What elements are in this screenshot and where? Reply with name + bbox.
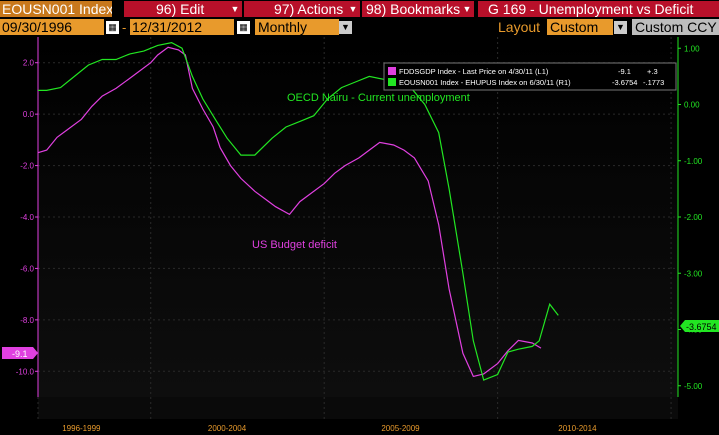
left-tick-label: -4.0 <box>20 213 34 222</box>
x-tick-label: 1996-1999 <box>62 424 101 433</box>
right-tick-label: 1.00 <box>684 44 700 53</box>
actions-menu[interactable]: 97) Actions <box>244 1 360 17</box>
date-separator: - <box>122 20 127 35</box>
legend-row1-change: +.3 <box>647 67 658 76</box>
x-tick-label: 2000-2004 <box>208 424 247 433</box>
x-tick-label: 2005-2009 <box>381 424 420 433</box>
left-tick-label: -6.0 <box>20 264 34 273</box>
legend-row1-label: FDDSGDP Index - Last Price on 4/30/11 (L… <box>399 67 549 76</box>
legend-swatch-magenta <box>388 67 396 75</box>
frequency-select[interactable]: Monthly <box>255 19 339 35</box>
right-tick-label: -3.00 <box>684 269 703 278</box>
left-last-value-flag: -9.1 <box>2 347 38 359</box>
right-last-value-flag: -3.6754 <box>680 320 719 332</box>
left-flag-label: -9.1 <box>12 349 28 359</box>
left-tick-label: -8.0 <box>20 316 34 325</box>
right-tick-label: -1.00 <box>684 157 703 166</box>
edit-dropdown-icon[interactable]: ▼ <box>228 1 242 17</box>
left-tick-label: 2.0 <box>23 59 35 68</box>
legend-row2-value: -3.6754 <box>612 78 637 87</box>
left-tick-label: 0.0 <box>23 110 35 119</box>
bookmarks-dropdown-icon[interactable]: ▼ <box>460 1 474 17</box>
bookmarks-menu[interactable]: 98) Bookmarks <box>362 1 474 17</box>
edit-label: 96) Edit <box>156 1 205 17</box>
right-tick-label: -2.00 <box>684 213 703 222</box>
edit-menu[interactable]: 96) Edit <box>124 1 242 17</box>
currency-select[interactable]: Custom CCY <box>632 19 719 35</box>
right-tick-label: -5.00 <box>684 382 703 391</box>
left-axis: 2.0 0.0 -2.0 -4.0 -6.0 -8.0 -10.0 <box>16 37 39 397</box>
title-toolbar: EOUSN001 Index 96) Edit ▼ 97) Actions ▼ … <box>0 0 719 17</box>
x-axis: 1996-1999 2000-2004 2005-2009 2010-2014 <box>62 424 597 433</box>
layout-select[interactable]: Custom <box>547 19 613 35</box>
ticker-field[interactable]: EOUSN001 Index <box>0 1 112 17</box>
right-flag-label: -3.6754 <box>686 322 717 332</box>
legend-row1-value: -9.1 <box>618 67 631 76</box>
legend: FDDSGDP Index - Last Price on 4/30/11 (L… <box>383 62 677 91</box>
legend-row2-change: -.1773 <box>643 78 664 87</box>
x-axis-band <box>38 397 678 419</box>
actions-dropdown-icon[interactable]: ▼ <box>346 1 360 17</box>
bookmarks-label: 98) Bookmarks <box>366 1 461 17</box>
chevron-down-icon[interactable]: ▼ <box>614 21 627 34</box>
calendar-icon[interactable]: ▦ <box>237 21 250 34</box>
actions-label: 97) Actions <box>274 1 344 17</box>
right-axis: 1.000.00-1.00-2.00-3.00-4.00-5.00 <box>677 37 703 397</box>
controls-bar: 09/30/1996 ▦ - 12/31/2012 ▦ Monthly ▼ La… <box>0 18 719 36</box>
right-tick-label: 0.00 <box>684 101 700 110</box>
line-chart[interactable]: 2.0 0.0 -2.0 -4.0 -6.0 -8.0 -10.0 1.00 0.00 -1.0… <box>0 37 719 435</box>
legend-row2-label: EOUSN001 Index - EHUPUS Index on 6/30/11… <box>399 78 571 87</box>
layout-label: Layout <box>498 19 541 35</box>
left-tick-label: -10.0 <box>16 367 35 376</box>
annotation-budget-deficit: US Budget deficit <box>252 239 337 251</box>
calendar-icon[interactable]: ▦ <box>106 21 119 34</box>
start-date-field[interactable]: 09/30/1996 <box>0 19 104 35</box>
annotation-oecd-nairu: OECD Nairu - Current unemployment <box>287 92 470 104</box>
chart-title: G 169 - Unemployment vs Deficit <box>478 1 719 17</box>
end-date-field[interactable]: 12/31/2012 <box>130 19 234 35</box>
left-tick-label: -2.0 <box>20 162 34 171</box>
legend-swatch-green <box>388 78 396 86</box>
x-tick-label: 2010-2014 <box>558 424 597 433</box>
chevron-down-icon[interactable]: ▼ <box>339 21 352 34</box>
